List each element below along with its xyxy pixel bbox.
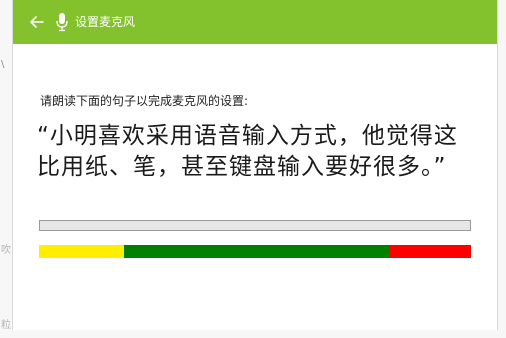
sentence-line-1: “小明喜欢采用语音输入方式，他觉得这 (37, 123, 458, 149)
reading-progress-bar (39, 220, 471, 231)
microphone-icon (56, 13, 68, 32)
instruction-text: 请朗读下面的句子以完成麦克风的设置: (40, 94, 249, 108)
title-bar: 设置麦克风 (13, 0, 497, 44)
edge-glyph-1: 吹 (1, 245, 11, 256)
edge-glyph-backslash: \ (1, 59, 5, 70)
sentence-line-2: 比用纸、笔，甚至键盘输入要好很多。” (37, 154, 447, 180)
back-button[interactable] (27, 12, 47, 32)
arrow-left-icon (30, 16, 44, 28)
microphone-setup-window: 设置麦克风 请朗读下面的句子以完成麦克风的设置: “小明喜欢采用语音输入方式，他… (12, 0, 498, 330)
level-segment-good (124, 245, 389, 258)
level-segment-high (388, 245, 471, 258)
window-title: 设置麦克风 (75, 15, 136, 29)
level-segment-low (39, 245, 125, 258)
microphone-level-meter (39, 245, 471, 258)
sentence-to-read: “小明喜欢采用语音输入方式，他觉得这 比用纸、笔，甚至键盘输入要好很多。” (37, 121, 487, 183)
edge-glyph-2: 粒 (1, 320, 11, 331)
